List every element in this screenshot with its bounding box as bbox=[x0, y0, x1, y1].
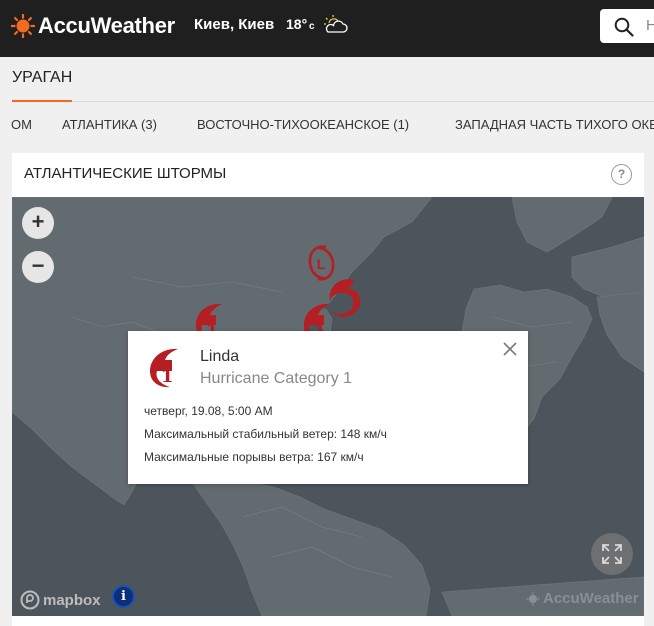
search-placeholder: Н bbox=[646, 17, 654, 34]
partly-cloudy-icon bbox=[324, 15, 348, 33]
tab-east-pacific[interactable]: ВОСТОЧНО-ТИХООКЕАНСКОЕ (1) bbox=[197, 117, 409, 132]
page-title: УРАГАН bbox=[12, 69, 73, 86]
accuweather-watermark: AccuWeather bbox=[526, 590, 639, 607]
popup-category-label: 1 bbox=[161, 366, 174, 387]
card-title: АТЛАНТИЧЕСКИЕ ШТОРМЫ bbox=[24, 165, 227, 182]
sun-logo-icon bbox=[526, 592, 540, 605]
storm-max-gusts: Максимальные порывы ветра: 167 км/ч bbox=[144, 450, 364, 464]
sun-logo-icon bbox=[11, 14, 35, 38]
temperature-unit: c bbox=[309, 21, 315, 32]
tab-west-pacific[interactable]: ЗАПАДНАЯ ЧАСТЬ ТИХОГО ОКЕАНА bbox=[455, 117, 654, 132]
mapbox-attribution[interactable]: mapbox bbox=[20, 590, 101, 610]
expand-icon bbox=[602, 544, 622, 564]
storm-category: Hurricane Category 1 bbox=[200, 370, 353, 387]
current-temperature: 18° bbox=[286, 16, 308, 32]
search-icon bbox=[614, 17, 634, 37]
close-icon[interactable] bbox=[502, 341, 518, 357]
accuweather-logo[interactable]: AccuWeather bbox=[11, 13, 175, 39]
region-tabs: ОМ АТЛАНТИКА (3) ВОСТОЧНО-ТИХООКЕАНСКОЕ … bbox=[0, 117, 654, 137]
storm-name: Linda bbox=[200, 348, 240, 365]
storm-max-wind: Максимальный стабильный ветер: 148 км/ч bbox=[144, 427, 387, 441]
brand-name: AccuWeather bbox=[38, 13, 175, 38]
info-button[interactable]: i bbox=[112, 585, 135, 608]
mapbox-logo-icon bbox=[20, 590, 40, 610]
fullscreen-button[interactable] bbox=[591, 533, 633, 575]
storm-datetime: четверг, 19.08, 5:00 AM bbox=[144, 404, 273, 418]
help-icon[interactable]: ? bbox=[611, 164, 632, 185]
location-label[interactable]: Киев, Киев bbox=[194, 16, 274, 33]
storm-popup: 1 Linda Hurricane Category 1 четверг, 19… bbox=[128, 331, 528, 484]
search-input[interactable]: Н bbox=[600, 9, 654, 43]
tab-prev-partial[interactable]: ОМ bbox=[11, 117, 32, 132]
top-bar: AccuWeather Киев, Киев 18° c Н bbox=[0, 0, 654, 57]
tab-atlantic[interactable]: АТЛАНТИКА (3) bbox=[62, 117, 157, 132]
hurricane-icon: 1 bbox=[150, 348, 178, 388]
divider bbox=[12, 101, 654, 102]
watermark-text: AccuWeather bbox=[543, 590, 639, 607]
low-pressure-label: L bbox=[317, 256, 326, 272]
zoom-in-button[interactable]: + bbox=[22, 207, 54, 239]
zoom-out-button[interactable]: − bbox=[22, 251, 54, 283]
title-underline bbox=[12, 100, 72, 102]
mapbox-text: mapbox bbox=[43, 591, 101, 609]
